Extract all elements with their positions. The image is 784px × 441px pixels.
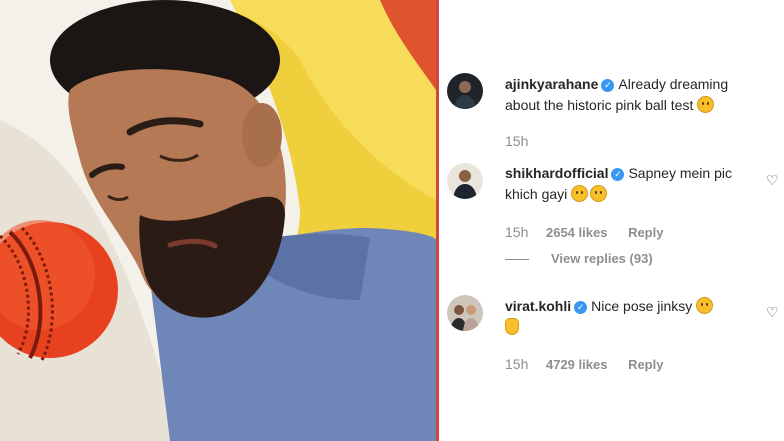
smiling-face-emoji [697, 96, 715, 113]
face-with-tongue-emoji [571, 185, 589, 202]
reply-button[interactable]: Reply [628, 225, 663, 240]
username[interactable]: ajinkyarahane [505, 76, 598, 92]
timestamp[interactable]: 15h [505, 356, 528, 372]
heart-icon[interactable]: ♡ [766, 304, 779, 321]
comment-meta: 15h 4729 likes Reply [505, 356, 663, 372]
post-photo [0, 0, 436, 441]
comment-meta: 15h 2654 likes Reply [505, 224, 663, 240]
likes-count[interactable]: 2654 likes [546, 225, 607, 240]
view-replies-button[interactable]: View replies (93) [551, 251, 653, 266]
comments-panel: ajinkyarahane ✓ Already dreaming about the… [439, 0, 784, 441]
avatar[interactable] [447, 163, 483, 199]
avatar[interactable] [447, 73, 483, 109]
verified-icon: ✓ [601, 79, 615, 92]
timestamp[interactable]: 15h [505, 133, 528, 149]
username[interactable]: shikhardofficial [505, 165, 608, 181]
comment-text: ajinkyarahane ✓ Already dreaming about the… [505, 74, 763, 116]
avatar[interactable] [447, 295, 483, 331]
likes-count[interactable]: 4729 likes [546, 357, 607, 372]
verified-icon: ✓ [574, 301, 588, 314]
ok-hand-emoji [505, 318, 519, 335]
zany-face-emoji [696, 297, 714, 314]
username[interactable]: virat.kohli [505, 298, 571, 314]
view-replies-line [505, 259, 529, 260]
comment-meta: 15h [505, 133, 542, 149]
face-with-tongue-emoji [590, 185, 608, 202]
comment-body: Nice pose jinksy [591, 298, 693, 314]
comment-text: virat.kohli ✓ Nice pose jinksy [505, 296, 763, 338]
reply-button[interactable]: Reply [628, 357, 663, 372]
comment-text: shikhardofficial ✓ Sapney mein pic khich g… [505, 163, 763, 205]
heart-icon[interactable]: ♡ [766, 172, 779, 189]
verified-icon: ✓ [611, 168, 625, 181]
timestamp[interactable]: 15h [505, 224, 528, 240]
